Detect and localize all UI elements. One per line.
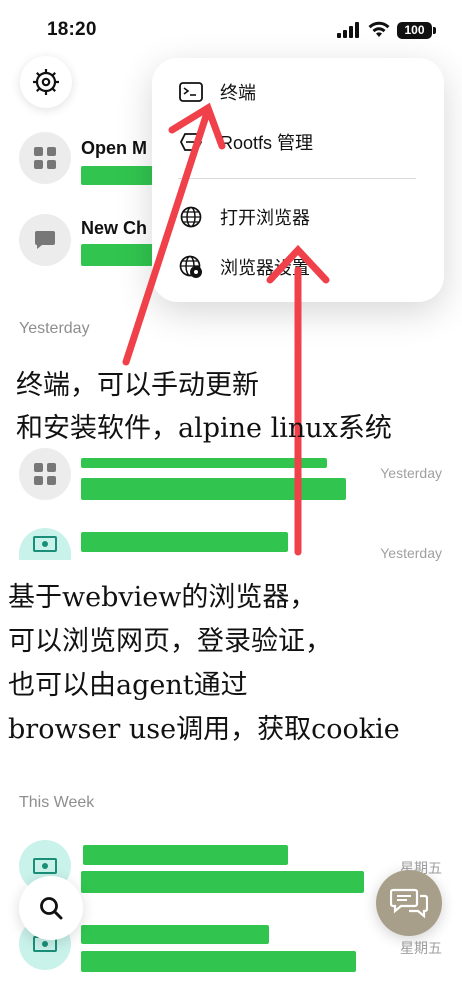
battery-indicator: 100 [397,22,436,39]
redacted-preview [81,871,364,893]
annotation-line: 可以浏览网页，登录验证， [8,626,332,657]
banknote-icon [33,858,57,874]
search-button[interactable] [19,876,83,940]
conversation-time: Yesterday [380,465,442,481]
menu-label-open-browser: 打开浏览器 [220,208,310,228]
annotation-line: 和安装软件，alpine linux系统 [16,413,392,444]
conversation-title: Open M [81,138,147,158]
conversation-time: 星期五 [400,940,442,956]
browser-annotation: 基于webview的浏览器， 可以浏览网页，登录验证， 也可以由agent通过 … [8,576,400,752]
section-header-yesterday: Yesterday [19,320,90,337]
redacted-title [83,845,288,865]
chat-bubble-icon [35,231,55,249]
search-icon [40,897,63,920]
redacted-preview [81,244,153,266]
status-bar: 18:20 100 [0,0,462,60]
grid-apps-icon [34,147,56,169]
cellular-signal-icon [337,22,359,38]
redacted-title [81,458,327,468]
annotation-line: 也可以由agent通过 [8,670,248,701]
redacted-title [81,532,288,552]
tools-popup-menu: 终端 Rootfs 管理 打开浏览器 浏览器设置 [152,58,444,302]
new-chat-button[interactable] [376,870,442,936]
wifi-icon [368,21,390,37]
conversation-title: New Ch [81,218,148,238]
menu-label-terminal: 终端 [220,83,256,103]
grid-apps-icon [34,463,56,485]
conversation-avatar [19,448,71,500]
menu-divider [178,178,416,179]
menu-item-rootfs[interactable]: Rootfs 管理 [152,120,444,164]
gear-icon [33,69,59,95]
banknote-icon [33,536,57,552]
globe-icon [178,204,204,230]
section-header-this-week: This Week [19,794,95,811]
annotation-line: 基于webview的浏览器， [8,582,317,613]
menu-label-rootfs: Rootfs 管理 [220,133,314,153]
terminal-annotation: 终端，可以手动更新 和安装软件，alpine linux系统 [16,364,392,450]
rootfs-icon [178,129,204,155]
menu-item-open-browser[interactable]: 打开浏览器 [152,195,444,239]
settings-button[interactable] [20,56,72,108]
list-item[interactable]: Yesterday [0,444,462,514]
conversation-time: Yesterday [380,545,442,561]
annotation-line: 终端，可以手动更新 [16,370,259,401]
redacted-preview [81,478,346,500]
redacted-title [81,925,269,944]
menu-item-terminal[interactable]: 终端 [152,70,444,114]
menu-label-browser-settings: 浏览器设置 [220,258,310,278]
chat-bubbles-icon [390,888,428,919]
conversation-avatar [19,132,71,184]
conversation-avatar [19,214,71,266]
redacted-preview [81,951,356,972]
globe-gear-icon [178,254,204,280]
menu-item-browser-settings[interactable]: 浏览器设置 [152,245,444,289]
terminal-icon [178,79,204,105]
conversation-avatar [19,528,71,560]
status-time: 18:20 [47,19,97,40]
redacted-preview [81,166,153,185]
annotation-line: browser use调用，获取cookie [8,714,400,745]
